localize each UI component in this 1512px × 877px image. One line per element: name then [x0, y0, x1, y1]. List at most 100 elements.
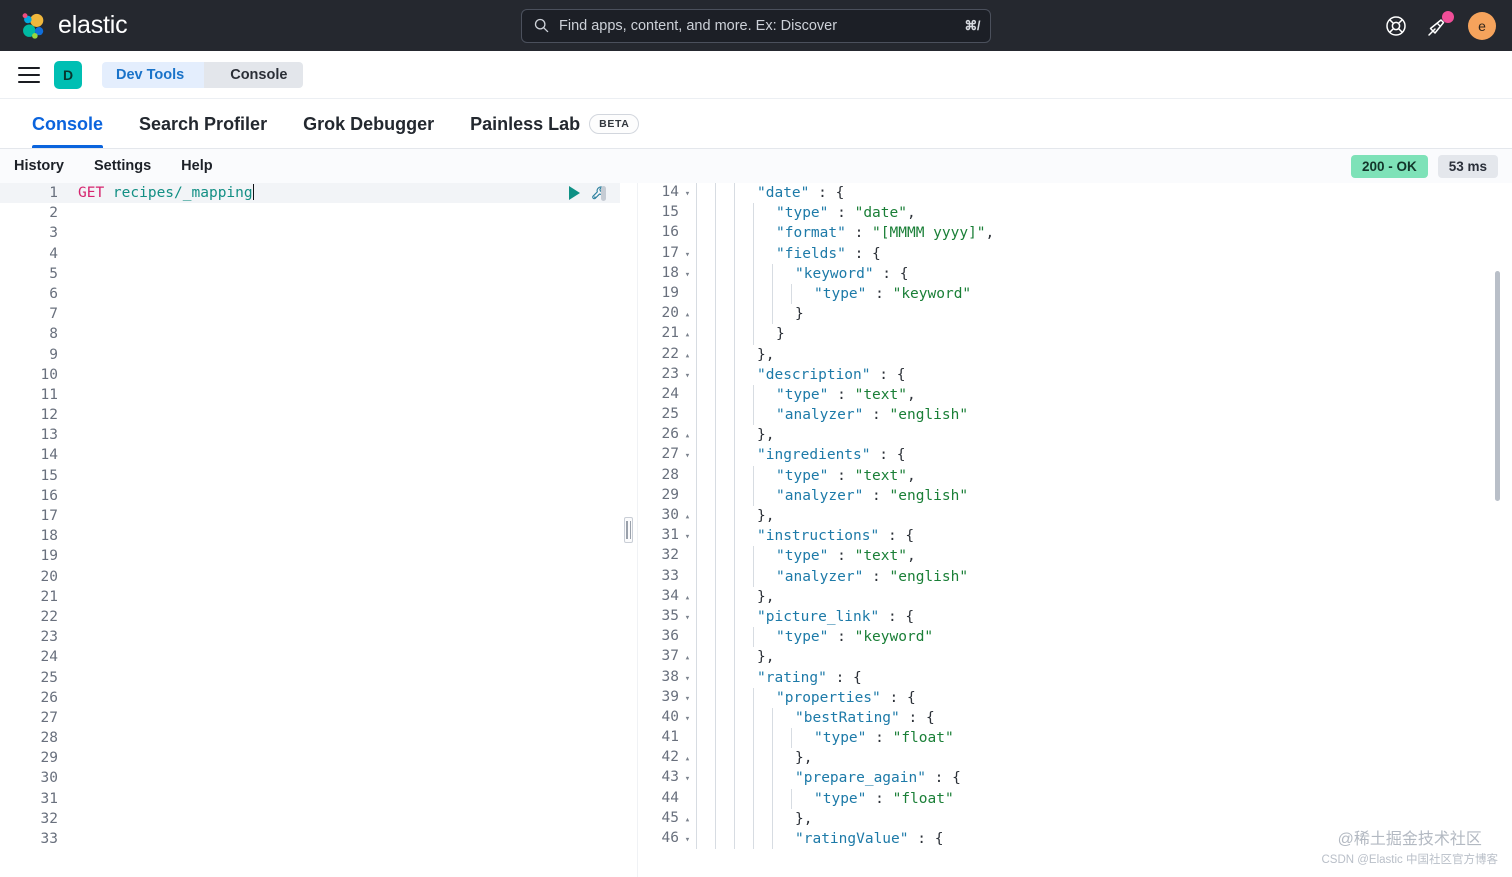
request-line[interactable]: 32	[0, 809, 620, 829]
tab-grok-debugger[interactable]: Grok Debugger	[285, 100, 452, 148]
fold-collapse-icon[interactable]: ▾	[683, 366, 692, 386]
fold-collapse-icon[interactable]: ▾	[683, 245, 692, 265]
tab-console[interactable]: Console	[14, 100, 121, 148]
settings-button[interactable]: Settings	[94, 158, 151, 174]
fold-expand-icon[interactable]: ▴	[683, 648, 692, 668]
tab-search-profiler[interactable]: Search Profiler	[121, 100, 285, 148]
fold-collapse-icon[interactable]: ▾	[683, 769, 692, 789]
request-scrollbar[interactable]	[601, 186, 606, 201]
breadcrumb-item-console[interactable]: Console	[204, 61, 304, 88]
request-line[interactable]: 13	[0, 425, 620, 445]
request-line[interactable]: 33	[0, 829, 620, 849]
fold-collapse-icon[interactable]: ▾	[683, 669, 692, 689]
request-line[interactable]: 29	[0, 748, 620, 768]
help-button[interactable]: Help	[181, 158, 212, 174]
response-line[interactable]: 23 ▾ "description" : {	[638, 364, 1512, 386]
fold-collapse-icon[interactable]: ▾	[683, 689, 692, 709]
request-line[interactable]: 30	[0, 768, 620, 788]
request-line[interactable]: 5	[0, 264, 620, 284]
fold-expand-icon[interactable]: ▴	[683, 325, 692, 345]
response-line[interactable]: 41· "type" : "float"	[638, 728, 1512, 749]
splitter-grip-icon[interactable]	[624, 517, 633, 543]
request-line[interactable]: 18	[0, 526, 620, 546]
request-line[interactable]: 2	[0, 203, 620, 223]
request-line[interactable]: 11	[0, 385, 620, 405]
response-line[interactable]: 25· "analyzer" : "english"	[638, 405, 1512, 426]
fold-expand-icon[interactable]: ▴	[683, 507, 692, 527]
response-line[interactable]: 40 ▾ "bestRating" : {	[638, 707, 1512, 729]
global-search-box[interactable]: Find apps, content, and more. Ex: Discov…	[521, 8, 991, 43]
request-line[interactable]: 4	[0, 244, 620, 264]
lifebuoy-icon[interactable]	[1384, 14, 1408, 38]
request-line[interactable]: 9	[0, 345, 620, 365]
response-line[interactable]: 43 ▾ "prepare_again" : {	[638, 768, 1512, 789]
response-line[interactable]: 44· "type" : "float"	[638, 788, 1512, 809]
request-editor-lines[interactable]: 1 GET recipes/_mapping 2 3 4 5 6 7 8 9 10 11 12 13 14 1…	[0, 183, 620, 849]
request-line[interactable]: 23	[0, 627, 620, 647]
tab-painless-lab[interactable]: Painless Lab BETA	[452, 100, 657, 148]
fold-expand-icon[interactable]: ▴	[683, 749, 692, 769]
request-line[interactable]: 17	[0, 506, 620, 526]
request-line[interactable]: 27	[0, 708, 620, 728]
fold-expand-icon[interactable]: ▴	[683, 426, 692, 446]
request-editor-panel[interactable]: 1 GET recipes/_mapping 2 3 4 5 6 7 8 9 10 11 12 13 14 1…	[0, 183, 620, 877]
response-line[interactable]: 42 ▴},	[638, 748, 1512, 769]
request-line[interactable]: 15	[0, 466, 620, 486]
fold-collapse-icon[interactable]: ▾	[683, 527, 692, 547]
response-line[interactable]: 45 ▴},	[638, 808, 1512, 830]
response-line[interactable]: 38 ▾ "rating" : {	[638, 667, 1512, 689]
announcement-icon[interactable]	[1426, 10, 1454, 38]
fold-collapse-icon[interactable]: ▾	[683, 709, 692, 729]
request-line[interactable]: 31	[0, 789, 620, 809]
response-line[interactable]: 21 ▴}	[638, 324, 1512, 345]
request-line[interactable]: 7	[0, 304, 620, 324]
panel-splitter[interactable]	[620, 183, 638, 877]
global-search[interactable]: Find apps, content, and more. Ex: Discov…	[521, 8, 991, 43]
response-line[interactable]: 19· "type" : "keyword"	[638, 283, 1512, 305]
request-line[interactable]: 3	[0, 223, 620, 243]
response-line[interactable]: 16· "format" : "[MMMM yyyy]",	[638, 223, 1512, 244]
response-line[interactable]: 17 ▾ "fields" : {	[638, 243, 1512, 265]
fold-expand-icon[interactable]: ▴	[683, 346, 692, 366]
request-line[interactable]: 16	[0, 486, 620, 506]
request-line[interactable]: 26	[0, 688, 620, 708]
response-line[interactable]: 28· "type" : "text",	[638, 465, 1512, 486]
request-line[interactable]: 28	[0, 728, 620, 748]
breadcrumb-item-dev-tools[interactable]: Dev Tools	[102, 61, 217, 88]
response-line[interactable]: 39 ▾ "properties" : {	[638, 687, 1512, 709]
fold-expand-icon[interactable]: ▴	[683, 810, 692, 830]
history-button[interactable]: History	[14, 158, 64, 174]
request-line[interactable]: 24	[0, 647, 620, 667]
space-avatar[interactable]: D	[54, 60, 82, 89]
response-line[interactable]: 32· "type" : "text",	[638, 546, 1512, 567]
fold-collapse-icon[interactable]: ▾	[683, 830, 692, 850]
elastic-brand[interactable]: elastic	[0, 11, 128, 41]
request-line[interactable]: 19	[0, 546, 620, 566]
request-line[interactable]: 10	[0, 365, 620, 385]
response-line[interactable]: 37 ▴},	[638, 647, 1512, 668]
response-editor-lines[interactable]: 14▾ "date" : {15· "type" : "date", 16· "form…	[638, 183, 1512, 850]
response-line[interactable]: 15· "type" : "date",	[638, 203, 1512, 224]
response-line[interactable]: 27 ▾ "ingredients" : {	[638, 445, 1512, 466]
response-line[interactable]: 33· "analyzer" : "english"	[638, 566, 1512, 587]
response-line[interactable]: 20 ▴}	[638, 304, 1512, 325]
fold-expand-icon[interactable]: ▴	[683, 305, 692, 325]
response-line[interactable]: 34 ▴},	[638, 586, 1512, 607]
request-line[interactable]: 25	[0, 668, 620, 688]
request-line[interactable]: 14	[0, 445, 620, 465]
fold-collapse-icon[interactable]: ▾	[683, 184, 692, 204]
response-panel[interactable]: 14▾ "date" : {15· "type" : "date", 16· "form…	[638, 183, 1512, 877]
response-line[interactable]: 24· "type" : "text",	[638, 384, 1512, 406]
response-line[interactable]: 30 ▴},	[638, 506, 1512, 527]
response-line[interactable]: 22 ▴},	[638, 344, 1512, 366]
response-scrollbar[interactable]	[1495, 271, 1500, 501]
request-line[interactable]: 1 GET recipes/_mapping	[0, 183, 620, 204]
request-line[interactable]: 20	[0, 567, 620, 587]
request-line[interactable]: 22	[0, 607, 620, 627]
response-line[interactable]: 29· "analyzer" : "english"	[638, 485, 1512, 506]
hamburger-menu-icon[interactable]	[18, 66, 40, 83]
response-line[interactable]: 35 ▾ "picture_link" : {	[638, 606, 1512, 628]
fold-collapse-icon[interactable]: ▾	[683, 446, 692, 466]
fold-collapse-icon[interactable]: ▾	[683, 608, 692, 628]
play-triangle-icon[interactable]	[569, 186, 580, 201]
